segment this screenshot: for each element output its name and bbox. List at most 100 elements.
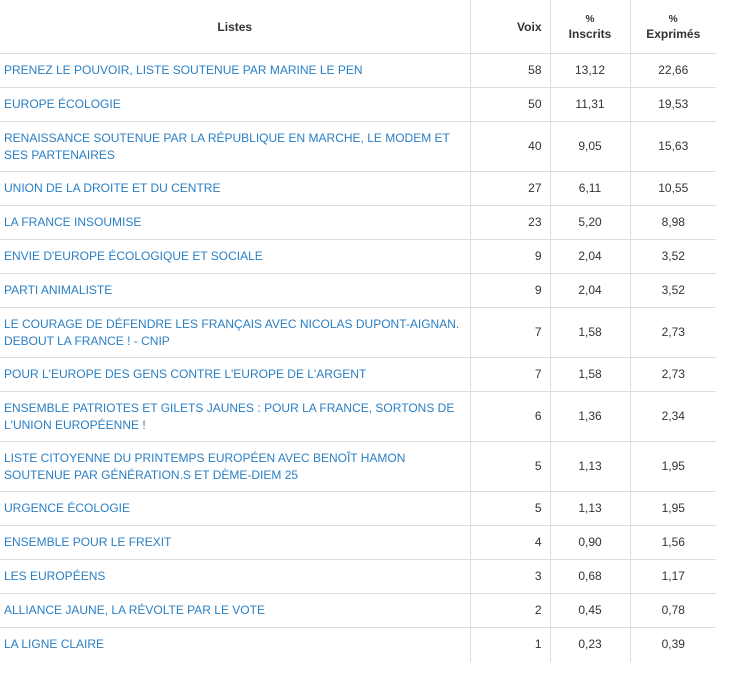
table-row: EUROPE ÉCOLOGIE 50 11,31 19,53 [0,87,716,122]
list-name-link[interactable]: POUR L'EUROPE DES GENS CONTRE L'EUROPE D… [4,367,366,381]
table-row: LA FRANCE INSOUMISE 23 5,20 8,98 [0,205,716,240]
inscrits-cell: 0,45 [549,593,630,628]
exprimes-cell: 1,95 [629,441,716,492]
list-name-cell[interactable]: LISTE CITOYENNE DU PRINTEMPS EUROPÉEN AV… [0,441,470,492]
exprimes-cell: 1,95 [629,491,716,526]
voix-cell: 4 [469,525,550,560]
table-row: LA LIGNE CLAIRE 1 0,23 0,39 [0,627,716,662]
list-name-cell[interactable]: LE COURAGE DE DÉFENDRE LES FRANÇAIS AVEC… [0,307,470,358]
list-name-link[interactable]: LA LIGNE CLAIRE [4,637,104,651]
list-name-link[interactable]: LA FRANCE INSOUMISE [4,215,141,229]
header-exprimes-pct: % [668,13,678,25]
inscrits-cell: 6,11 [549,171,630,206]
list-name-cell[interactable]: URGENCE ÉCOLOGIE [0,491,470,526]
list-name-cell[interactable]: ENSEMBLE POUR LE FREXIT [0,525,470,560]
inscrits-cell: 5,20 [549,205,630,240]
list-name-cell[interactable]: ENSEMBLE PATRIOTES ET GILETS JAUNES : PO… [0,391,470,442]
table-row: ENSEMBLE POUR LE FREXIT 4 0,90 1,56 [0,525,716,560]
header-exprimes-label: Exprimés [646,26,701,41]
voix-cell: 7 [469,357,550,392]
list-name-link[interactable]: PRENEZ LE POUVOIR, LISTE SOUTENUE PAR MA… [4,63,363,77]
table-row: RENAISSANCE SOUTENUE PAR LA RÉPUBLIQUE E… [0,121,716,172]
inscrits-cell: 0,90 [549,525,630,560]
table-row: PRENEZ LE POUVOIR, LISTE SOUTENUE PAR MA… [0,53,716,88]
inscrits-cell: 0,68 [549,559,630,594]
list-name-cell[interactable]: POUR L'EUROPE DES GENS CONTRE L'EUROPE D… [0,357,470,392]
list-name-cell[interactable]: LES EUROPÉENS [0,559,470,594]
list-name-link[interactable]: ENSEMBLE PATRIOTES ET GILETS JAUNES : PO… [4,401,454,432]
list-name-cell[interactable]: EUROPE ÉCOLOGIE [0,87,470,122]
voix-cell: 2 [469,593,550,628]
voix-cell: 9 [469,273,550,308]
list-name-cell[interactable]: ENVIE D'EUROPE ÉCOLOGIQUE ET SOCIALE [0,239,470,274]
table-row: PARTI ANIMALISTE 9 2,04 3,52 [0,273,716,308]
header-inscrits-label: Inscrits [568,26,612,41]
table-row: LISTE CITOYENNE DU PRINTEMPS EUROPÉEN AV… [0,441,716,492]
list-name-link[interactable]: LES EUROPÉENS [4,569,105,583]
exprimes-cell: 3,52 [629,273,716,308]
exprimes-cell: 15,63 [629,121,716,172]
table-row: UNION DE LA DROITE ET DU CENTRE 27 6,11 10,… [0,171,716,206]
exprimes-cell: 2,73 [629,357,716,392]
voix-cell: 3 [469,559,550,594]
voix-cell: 5 [469,441,550,492]
list-name-link[interactable]: EUROPE ÉCOLOGIE [4,97,121,111]
list-name-cell[interactable]: RENAISSANCE SOUTENUE PAR LA RÉPUBLIQUE E… [0,121,470,172]
exprimes-cell: 22,66 [629,53,716,88]
exprimes-cell: 1,56 [629,525,716,560]
voix-cell: 23 [469,205,550,240]
list-name-cell[interactable]: LA FRANCE INSOUMISE [0,205,470,240]
inscrits-cell: 11,31 [549,87,630,122]
list-name-link[interactable]: PARTI ANIMALISTE [4,283,112,297]
list-name-link[interactable]: LE COURAGE DE DÉFENDRE LES FRANÇAIS AVEC… [4,317,459,348]
list-name-link[interactable]: ALLIANCE JAUNE, LA RÉVOLTE PAR LE VOTE [4,603,265,617]
voix-cell: 7 [469,307,550,358]
header-row: Listes Voix % Inscrits % Exprimés [0,0,716,54]
table-row: LE COURAGE DE DÉFENDRE LES FRANÇAIS AVEC… [0,307,716,358]
exprimes-cell: 0,78 [629,593,716,628]
list-name-cell[interactable]: LA LIGNE CLAIRE [0,627,470,662]
list-name-link[interactable]: URGENCE ÉCOLOGIE [4,501,130,515]
list-name-cell[interactable]: UNION DE LA DROITE ET DU CENTRE [0,171,470,206]
header-voix: Voix [469,0,550,54]
table-header: Listes Voix % Inscrits % Exprimés [0,0,716,54]
list-name-link[interactable]: ENVIE D'EUROPE ÉCOLOGIQUE ET SOCIALE [4,249,263,263]
list-name-link[interactable]: UNION DE LA DROITE ET DU CENTRE [4,181,220,195]
inscrits-cell: 2,04 [549,239,630,274]
voix-cell: 50 [469,87,550,122]
voix-cell: 6 [469,391,550,442]
table-row: ENVIE D'EUROPE ÉCOLOGIQUE ET SOCIALE 9 2,0… [0,239,716,274]
exprimes-cell: 1,17 [629,559,716,594]
header-exprimes: % Exprimés [629,0,716,54]
table-row: POUR L'EUROPE DES GENS CONTRE L'EUROPE D… [0,357,716,392]
exprimes-cell: 19,53 [629,87,716,122]
inscrits-cell: 9,05 [549,121,630,172]
exprimes-cell: 10,55 [629,171,716,206]
list-name-cell[interactable]: PRENEZ LE POUVOIR, LISTE SOUTENUE PAR MA… [0,53,470,88]
table-body: PRENEZ LE POUVOIR, LISTE SOUTENUE PAR MA… [0,53,716,662]
table-row: URGENCE ÉCOLOGIE 5 1,13 1,95 [0,491,716,526]
inscrits-cell: 2,04 [549,273,630,308]
voix-cell: 58 [469,53,550,88]
results-table: Listes Voix % Inscrits % Exprimés PRENEZ… [0,0,716,662]
inscrits-cell: 1,13 [549,491,630,526]
exprimes-cell: 2,34 [629,391,716,442]
exprimes-cell: 2,73 [629,307,716,358]
voix-cell: 27 [469,171,550,206]
inscrits-cell: 1,13 [549,441,630,492]
exprimes-cell: 8,98 [629,205,716,240]
list-name-cell[interactable]: PARTI ANIMALISTE [0,273,470,308]
table-row: ALLIANCE JAUNE, LA RÉVOLTE PAR LE VOTE 2 0… [0,593,716,628]
inscrits-cell: 1,58 [549,357,630,392]
table-row: ENSEMBLE PATRIOTES ET GILETS JAUNES : PO… [0,391,716,442]
header-inscrits-pct: % [585,13,595,25]
inscrits-cell: 1,36 [549,391,630,442]
header-inscrits: % Inscrits [549,0,630,54]
voix-cell: 9 [469,239,550,274]
list-name-link[interactable]: ENSEMBLE POUR LE FREXIT [4,535,171,549]
list-name-link[interactable]: RENAISSANCE SOUTENUE PAR LA RÉPUBLIQUE E… [4,131,450,162]
list-name-cell[interactable]: ALLIANCE JAUNE, LA RÉVOLTE PAR LE VOTE [0,593,470,628]
inscrits-cell: 13,12 [549,53,630,88]
exprimes-cell: 3,52 [629,239,716,274]
list-name-link[interactable]: LISTE CITOYENNE DU PRINTEMPS EUROPÉEN AV… [4,451,405,482]
